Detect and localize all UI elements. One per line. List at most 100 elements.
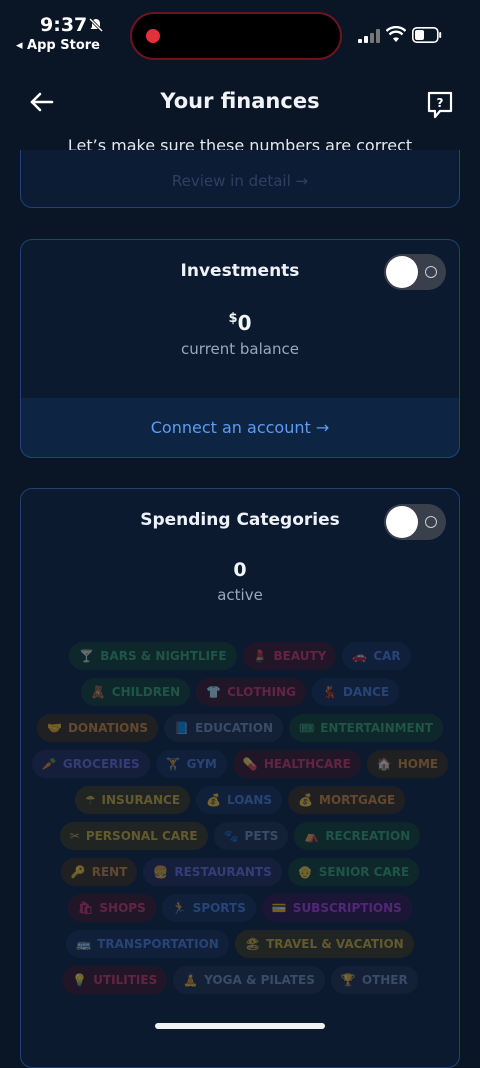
category-chip[interactable]: 📘 EDUCATION [164,714,283,742]
home-indicator[interactable] [155,1023,325,1029]
umbrella-icon: ☂ [84,793,96,807]
shirt-icon: 👕 [206,685,222,699]
category-chip-label: PERSONAL CARE [85,829,198,843]
category-chip[interactable]: 💳 SUBSCRIPTIONS [261,894,412,922]
ticket-icon: 🎟 [299,721,315,735]
balance-value: 0 [237,311,252,335]
child-icon: 🧸 [90,685,106,699]
key-icon: 🔑 [70,865,86,879]
category-chip[interactable]: 🤝 DONATIONS [37,714,159,742]
category-chip[interactable]: 🏋 GYM [155,750,227,778]
category-chip-label: TRANSPORTATION [97,937,219,951]
car-icon: 🚗 [352,649,368,663]
category-chip[interactable]: 🧘 YOGA & PILATES [173,966,325,994]
investments-balance: $0 [0,311,480,335]
recording-indicator [146,29,160,43]
category-chip[interactable]: ✂ PERSONAL CARE [59,822,208,850]
paw-icon: 🐾 [223,829,239,843]
dumbbell-icon: 🏋 [165,757,181,771]
category-chip[interactable]: 🚌 TRANSPORTATION [66,930,229,958]
lipstick-icon: 💄 [252,649,268,663]
category-chip-label: TRAVEL & VACATION [266,937,404,951]
category-chip-label: HEALTHCARE [263,757,351,771]
spending-categories-toggle[interactable] [384,504,446,540]
category-chip-label: GYM [186,757,217,771]
category-chip-label: DONATIONS [67,721,149,735]
category-chip-label: DANCE [342,685,390,699]
carrot-icon: 🥕 [41,757,57,771]
heart-hand-icon: 🤝 [47,721,62,735]
category-chip[interactable]: 🍔 RESTAURANTS [143,858,282,886]
category-chip[interactable]: 🛍 SHOPS [68,894,156,922]
category-chip-label: SHOPS [99,901,146,915]
category-chip-label: INSURANCE [101,793,181,807]
category-chip-label: OTHER [361,973,408,987]
help-question-icon[interactable]: ? [426,90,454,120]
category-chip-label: CAR [373,649,401,663]
category-chip[interactable]: 🥕 GROCERIES [31,750,150,778]
category-chip-label: BARS & NIGHTLIFE [100,649,227,663]
review-in-detail-label: Review in detail [171,172,291,190]
senior-icon: 👴 [297,865,313,879]
dynamic-island [130,12,342,60]
category-chip-label: CHILDREN [111,685,181,699]
category-chip[interactable]: 🔑 RENT [60,858,138,886]
category-chip[interactable]: 💄 BEAUTY [242,642,337,670]
category-chip[interactable]: 💰 LOANS [196,786,283,814]
category-chip[interactable]: ☂ INSURANCE [74,786,191,814]
category-chip[interactable]: 🧸 CHILDREN [80,678,191,706]
category-chip-label: GROCERIES [62,757,140,771]
category-chip[interactable]: 🐾 PETS [213,822,289,850]
bell-muted-icon [88,17,104,33]
bus-icon: 🚌 [76,937,92,951]
burger-icon: 🍔 [153,865,169,879]
category-chip[interactable]: 💃 DANCE [311,678,400,706]
connect-account-label: Connect an account [150,418,311,437]
category-chip-label: HOME [397,757,439,771]
category-chip-label: PETS [244,829,279,843]
category-chip[interactable]: ⛺ RECREATION [294,822,421,850]
category-chip[interactable]: 🏖 TRAVEL & VACATION [234,930,414,958]
category-chip-list: 🍸 BARS & NIGHTLIFE 💄 BEAUTY 🚗 CAR 🧸 CHILDREN 👕 CL… [24,642,456,994]
camp-icon: ⛺ [304,829,320,843]
card-icon: 💳 [271,901,287,915]
connect-account-link[interactable]: Connect an account → [0,418,480,437]
other-icon: 🏆 [340,973,356,987]
back-to-app-store-link[interactable]: ◂ App Store [16,38,100,53]
active-count: 0 [233,559,247,581]
currency-symbol: $ [228,311,238,326]
category-chip[interactable]: 👴 SENIOR CARE [287,858,420,886]
category-chip-label: SUBSCRIPTIONS [292,901,402,915]
category-chip-label: LOANS [226,793,273,807]
category-chip[interactable]: 🏠 HOME [366,750,449,778]
category-chip[interactable]: 💰 MORTGAGE [288,786,406,814]
house-icon: 🏠 [376,757,392,771]
arrow-right-icon: → [295,172,309,190]
book-icon: 📘 [174,721,190,735]
category-chip[interactable]: 🏃 SPORTS [161,894,256,922]
page-title: Your finances [160,89,320,113]
category-chip[interactable]: 🎟 ENTERTAINMENT [289,714,443,742]
balance-caption: current balance [181,340,299,358]
money-bag-icon: 💰 [206,793,221,807]
category-chip[interactable]: 💊 HEALTHCARE [232,750,361,778]
category-chip-label: RECREATION [325,829,411,843]
review-in-detail-link[interactable]: Review in detail → [0,172,480,190]
pill-icon: 💊 [242,757,258,771]
shopping-bag-icon: 🛍 [78,901,94,915]
category-chip[interactable]: 👕 CLOTHING [196,678,306,706]
svg-text:?: ? [437,96,444,110]
category-chip-label: ENTERTAINMENT [320,721,433,735]
runner-icon: 🏃 [171,901,187,915]
category-chip-label: RESTAURANTS [174,865,272,879]
category-chip[interactable]: 🏆 OTHER [330,966,418,994]
investments-toggle[interactable] [384,254,446,290]
category-chip[interactable]: 🍸 BARS & NIGHTLIFE [69,642,237,670]
category-chip-label: MORTGAGE [319,793,396,807]
bulb-icon: 💡 [72,973,88,987]
scissors-icon: ✂ [69,829,80,843]
category-chip-label: RENT [91,865,128,879]
category-chip[interactable]: 💡 UTILITIES [62,966,168,994]
active-caption: active [217,586,263,604]
category-chip[interactable]: 🚗 CAR [342,642,411,670]
